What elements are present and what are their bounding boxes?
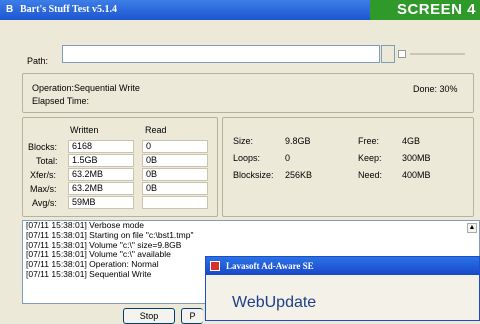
operation-label: Operation:Sequential Write <box>32 83 140 93</box>
path-label: Path: <box>27 56 49 66</box>
need-label: Need: <box>358 170 383 180</box>
loops-label: Loops: <box>233 153 261 163</box>
operation-group <box>22 73 474 113</box>
disk-info-group <box>222 117 474 217</box>
done-percent: Done: 30% <box>413 84 458 94</box>
max-read: 0B <box>142 182 208 195</box>
partial-button[interactable]: P <box>181 308 203 324</box>
scroll-up-icon[interactable]: ▲ <box>467 223 477 233</box>
avg-read <box>142 196 208 209</box>
adaware-icon <box>210 261 220 271</box>
row-label-max: Max/s: <box>30 184 57 194</box>
blocks-read: 0 <box>142 140 208 153</box>
free-label: Free: <box>358 136 380 146</box>
adaware-popup[interactable]: Lavasoft Ad-Aware SE WebUpdate <box>205 256 480 321</box>
elapsed-time-label: Elapsed Time: <box>32 96 90 106</box>
xfer-written: 63.2MB <box>68 168 134 181</box>
size-value: 9.8GB <box>285 136 311 146</box>
keep-label: Keep: <box>358 153 382 163</box>
total-read: 0B <box>142 154 208 167</box>
blocksize-label: Blocksize: <box>233 170 274 180</box>
need-value: 400MB <box>402 170 431 180</box>
screen-badge: SCREEN 4 <box>370 0 480 20</box>
keep-value: 300MB <box>402 153 431 163</box>
col-written: Written <box>70 125 99 135</box>
app-icon: B <box>6 4 14 15</box>
row-label-xfer: Xfer/s: <box>30 170 57 180</box>
main-window: B Bart's Stuff Test v5.1.4 SCREEN 4 Path… <box>0 0 480 324</box>
total-written: 1.5GB <box>68 154 134 167</box>
path-browse-button[interactable] <box>381 45 395 63</box>
loops-value: 0 <box>285 153 291 163</box>
path-input[interactable] <box>62 45 380 63</box>
row-label-avg: Avg/s: <box>32 198 57 208</box>
avg-written: 59MB <box>68 196 134 209</box>
stop-button[interactable]: Stop <box>123 308 175 324</box>
popup-title: Lavasoft Ad-Aware SE <box>226 261 314 271</box>
blocks-written: 6168 <box>68 140 134 153</box>
popup-title-bar[interactable]: Lavasoft Ad-Aware SE <box>206 257 479 275</box>
col-read: Read <box>145 125 167 135</box>
free-value: 4GB <box>402 136 421 146</box>
max-written: 63.2MB <box>68 182 134 195</box>
row-label-blocks: Blocks: <box>28 142 58 152</box>
blocksize-value: 256KB <box>285 170 313 180</box>
window-title: Bart's Stuff Test v5.1.4 <box>20 4 117 15</box>
xfer-read: 0B <box>142 168 208 181</box>
row-label-total: Total: <box>36 156 58 166</box>
size-label: Size: <box>233 136 254 146</box>
webupdate-heading: WebUpdate <box>232 294 317 311</box>
option-checkbox[interactable] <box>398 50 406 58</box>
option-label-greyed <box>410 53 465 55</box>
